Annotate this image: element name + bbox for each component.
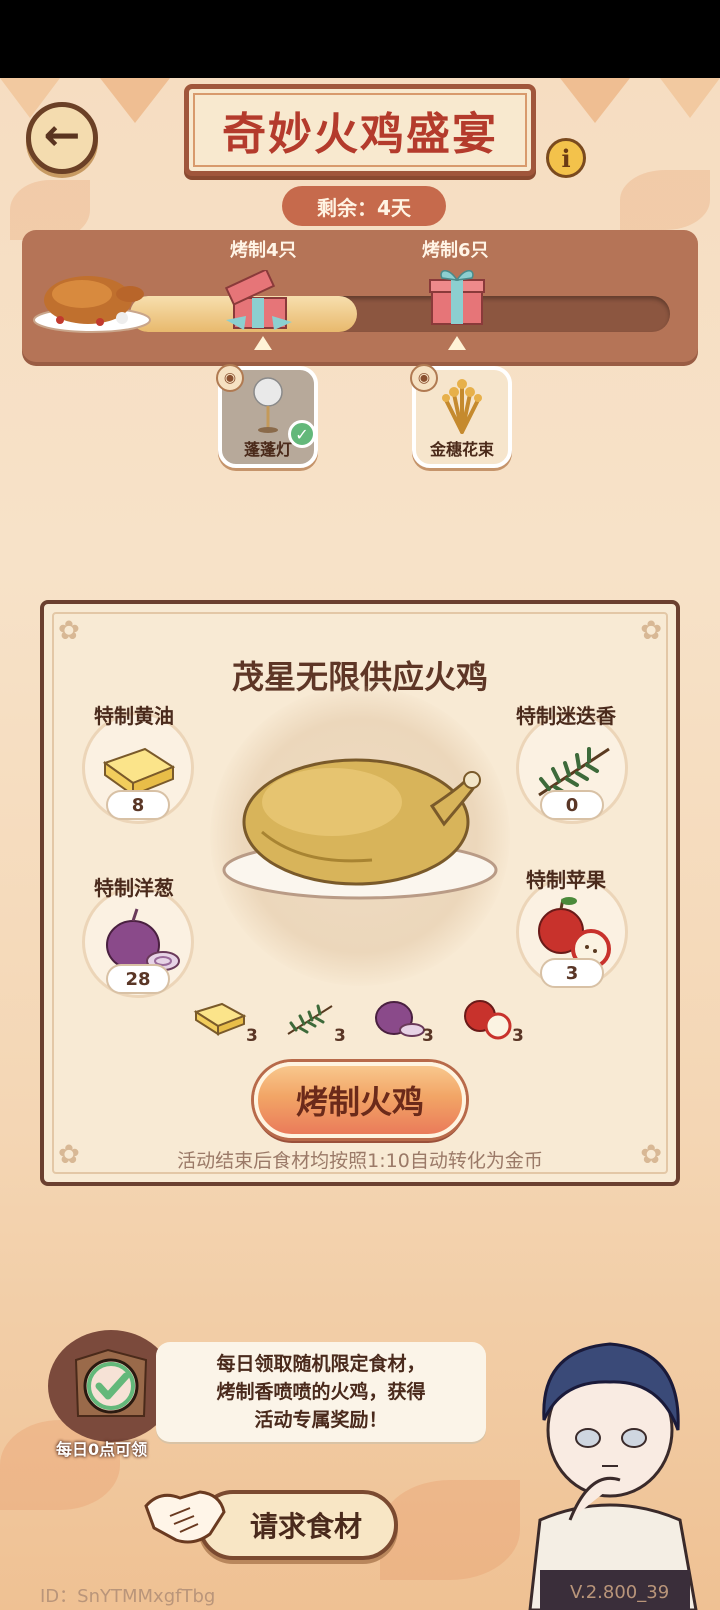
- eye-icon: ◉: [410, 364, 438, 392]
- corner-ornament: ✿: [58, 616, 80, 646]
- milestone-label-1: 烤制4只: [230, 240, 297, 261]
- speech-line: 烤制香喷喷的火鸡，获得: [216, 1381, 426, 1403]
- wheat-bouquet-icon: [442, 379, 482, 434]
- chef-character: [528, 1342, 698, 1610]
- turkey-icon: [222, 758, 498, 900]
- reward-name: 蓬蓬灯: [243, 440, 292, 459]
- info-button[interactable]: i: [546, 138, 586, 178]
- info-icon: i: [561, 143, 571, 173]
- speech-line: 活动专属奖励！: [254, 1409, 388, 1431]
- ingredient-name: 特制洋葱: [94, 876, 174, 900]
- eye-icon: ◉: [216, 364, 244, 392]
- pompom-lamp-icon: [253, 377, 283, 433]
- check-icon: ✓: [288, 420, 316, 448]
- required-qty: 3: [422, 1026, 434, 1046]
- reward-name: 金穗花束: [429, 440, 494, 459]
- ingredient-count: 28: [106, 964, 170, 994]
- rosemary-icon: [287, 1004, 333, 1035]
- user-id: ID：SnYTMMxgfTbg: [40, 1586, 216, 1607]
- remaining-days-badge: 剩余：4天: [282, 186, 446, 226]
- reward-card-2[interactable]: ◉ 金穗花束: [410, 364, 512, 468]
- ingredient-name: 特制黄油: [94, 704, 174, 728]
- milestone-pointer-2: [448, 336, 466, 350]
- request-ingredients-button[interactable]: 请求食材: [198, 1490, 398, 1560]
- roast-turkey-icon: [33, 276, 151, 333]
- ingredient-count: 0: [540, 790, 604, 820]
- ingredient-count: 3: [540, 958, 604, 988]
- conversion-note: 活动结束后食材均按照1:10自动转化为金币: [177, 1150, 543, 1172]
- gift-opened-icon: [224, 270, 292, 330]
- onion-icon: [375, 1001, 425, 1037]
- roast-turkey-button[interactable]: 烤制火鸡: [254, 1062, 466, 1138]
- app-version: V.2.800_39: [570, 1582, 670, 1603]
- status-bar: [0, 0, 720, 78]
- reward-card-1[interactable]: ◉ 蓬蓬灯 ✓: [216, 364, 318, 468]
- speech-bubble: 每日领取随机限定食材， 烤制香喷喷的火鸡，获得 活动专属奖励！: [156, 1342, 486, 1442]
- required-qty: 3: [512, 1026, 524, 1046]
- arrow-left-icon: ←: [43, 110, 81, 161]
- request-ingredients-label: 请求食材: [249, 1510, 362, 1543]
- bg-leaf: [380, 1480, 520, 1580]
- milestone-pointer-1: [254, 336, 272, 350]
- ingredient-name: 特制苹果: [526, 868, 606, 892]
- ingredient-name: 特制迷迭香: [516, 704, 616, 728]
- required-qty: 3: [246, 1026, 258, 1046]
- ingredient-count: 8: [106, 790, 170, 820]
- milestone-label-2: 烤制6只: [422, 240, 489, 261]
- gift-closed-icon: [429, 270, 485, 325]
- required-qty: 3: [334, 1026, 346, 1046]
- back-button[interactable]: ←: [26, 102, 98, 174]
- page-title: 奇妙火鸡盛宴: [222, 109, 498, 160]
- daily-claim-label: 每日0点可领: [56, 1440, 148, 1459]
- bg-leaf: [620, 170, 710, 230]
- apple-icon: [464, 1000, 512, 1040]
- butter-icon: [193, 1002, 247, 1036]
- handshake-icon: [144, 1490, 226, 1544]
- speech-line: 每日领取随机限定食材，: [216, 1353, 426, 1375]
- corner-ornament: ✿: [640, 616, 662, 646]
- remaining-days-text: 剩余：4天: [317, 195, 411, 220]
- event-title-board: 奇妙火鸡盛宴: [184, 84, 536, 176]
